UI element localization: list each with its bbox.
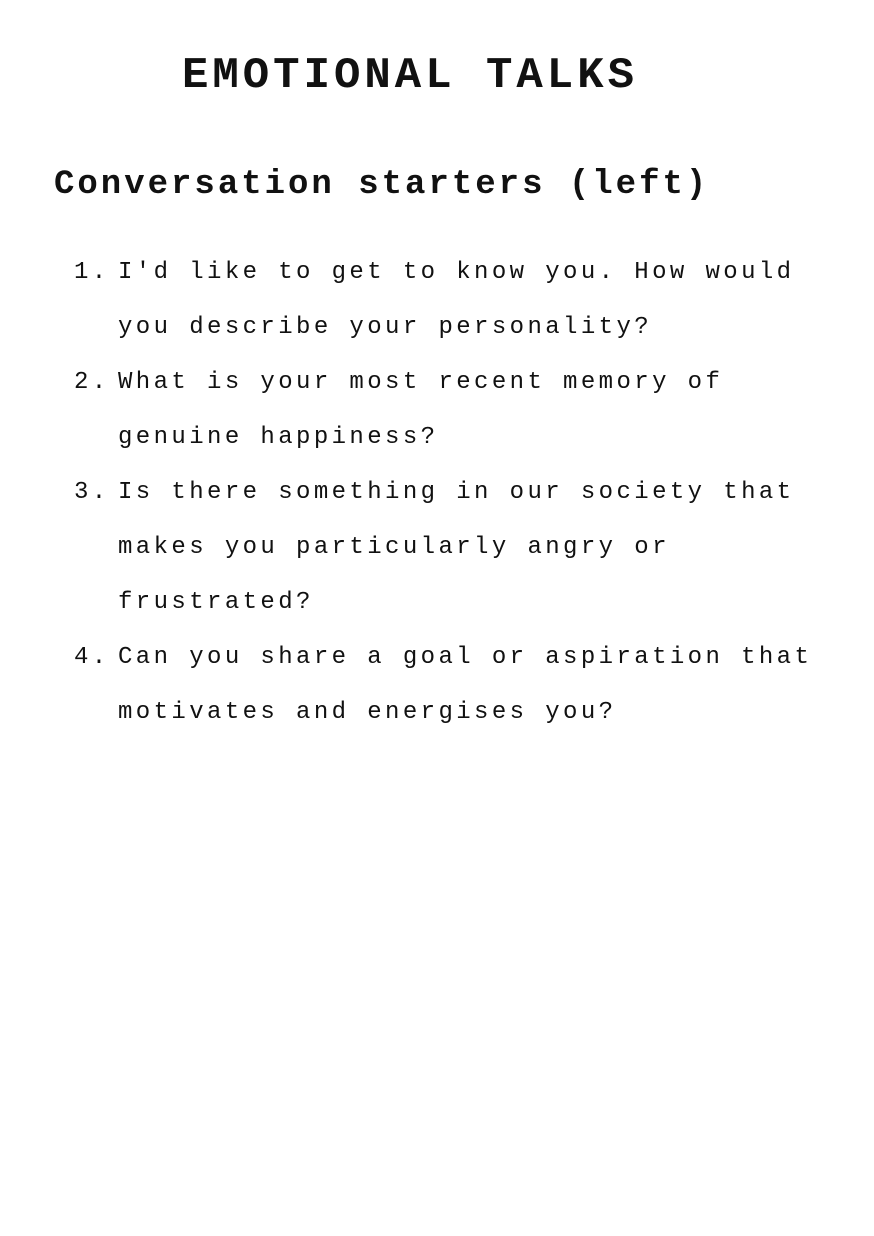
- list-item: 2. What is your most recent memory of ge…: [74, 355, 834, 465]
- list-item-text: I'd like to get to know you. How would y…: [118, 259, 795, 341]
- list-item: 1. I'd like to get to know you. How woul…: [74, 245, 834, 355]
- question-list: 1. I'd like to get to know you. How woul…: [74, 245, 834, 740]
- page-title: EMOTIONAL TALKS: [181, 51, 639, 101]
- list-item: 3. Is there something in our society tha…: [74, 465, 834, 630]
- list-item: 4. Can you share a goal or aspiration th…: [74, 630, 834, 740]
- list-item-number: 2.: [74, 369, 110, 396]
- list-item-text: Is there something in our society that m…: [118, 479, 795, 616]
- list-item-text: Can you share a goal or aspiration that …: [118, 644, 813, 726]
- list-item-number: 4.: [74, 644, 110, 671]
- document-page: EMOTIONAL TALKS Conversation starters (l…: [0, 0, 874, 1236]
- list-item-number: 1.: [74, 259, 110, 286]
- section-subtitle: Conversation starters (left): [54, 166, 710, 204]
- list-item-number: 3.: [74, 479, 110, 506]
- list-item-text: What is your most recent memory of genui…: [118, 369, 724, 451]
